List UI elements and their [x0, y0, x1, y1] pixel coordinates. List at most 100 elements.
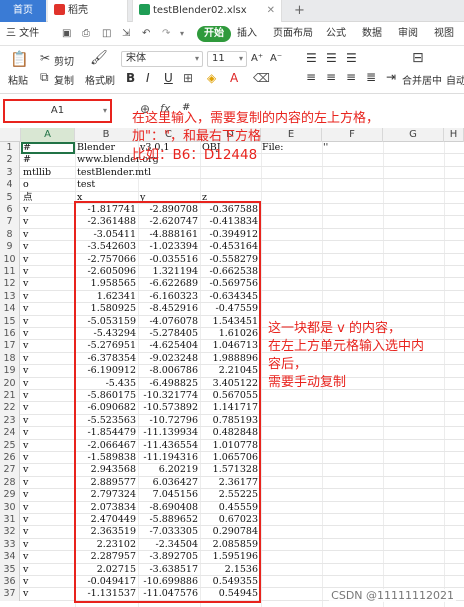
fill-color-icon[interactable]: ◈	[207, 71, 216, 85]
tab-home[interactable]: 首页	[0, 0, 46, 22]
cell-a[interactable]: mtllib	[23, 167, 73, 179]
row-header[interactable]: 14	[0, 303, 20, 316]
row-header[interactable]: 13	[0, 290, 20, 304]
cell-a[interactable]: v	[23, 539, 73, 551]
selected-cell-a1[interactable]	[21, 142, 75, 154]
row-header[interactable]: 16	[0, 328, 20, 341]
cell-a[interactable]: v	[23, 477, 73, 489]
row-header[interactable]: 28	[0, 476, 20, 490]
row-header[interactable]: 9	[0, 241, 20, 254]
cell-b[interactable]: testBlender.mtl	[77, 167, 151, 179]
undo-icon[interactable]: ↶	[142, 22, 150, 46]
row-header[interactable]: 12	[0, 278, 20, 291]
cell-a[interactable]: v	[23, 440, 73, 452]
bold-icon[interactable]: B	[126, 71, 135, 85]
row-header[interactable]: 34	[0, 551, 20, 564]
menu-file[interactable]: 三 文件	[6, 22, 39, 46]
cell-b[interactable]: Blender	[77, 142, 115, 154]
cell-a[interactable]: v	[23, 229, 73, 241]
cell-a[interactable]: v	[23, 390, 73, 402]
cell-a[interactable]: v	[23, 353, 73, 365]
cell-f[interactable]: ''	[323, 142, 328, 154]
column-header-a[interactable]: A	[21, 128, 75, 142]
cell-a[interactable]: 点	[23, 192, 73, 204]
auto-wrap-button[interactable]: 自动	[446, 72, 464, 87]
row-header[interactable]: 4	[0, 179, 20, 192]
row-header[interactable]: 30	[0, 501, 20, 514]
font-size-select[interactable]: 11 ▾	[207, 51, 247, 67]
row-header[interactable]: 35	[0, 563, 20, 576]
row-header[interactable]: 32	[0, 526, 20, 539]
row-header[interactable]: 29	[0, 489, 20, 502]
merge-center-icon[interactable]: ⊟	[412, 50, 424, 66]
row-header[interactable]: 26	[0, 452, 20, 465]
cell-a[interactable]: v	[23, 378, 73, 390]
column-header-b[interactable]: B	[75, 128, 138, 142]
cell-a[interactable]: v	[23, 415, 73, 427]
row-header[interactable]: 3	[0, 166, 20, 180]
cell-a[interactable]: v	[23, 241, 73, 253]
cell-a[interactable]: v	[23, 551, 73, 563]
italic-icon[interactable]: I	[146, 71, 150, 85]
increase-font-icon[interactable]: A⁺	[251, 53, 263, 64]
cell-a[interactable]: v	[23, 588, 73, 600]
font-color-icon[interactable]: A	[230, 71, 238, 85]
row-header[interactable]: 19	[0, 365, 20, 378]
cell-a[interactable]: v	[23, 266, 73, 278]
save-icon[interactable]: ▣	[62, 22, 71, 46]
cell-a[interactable]: v	[23, 316, 73, 328]
name-box[interactable]: A1 ▾	[3, 99, 112, 123]
row-header[interactable]: 21	[0, 390, 20, 403]
cell-a[interactable]: v	[23, 303, 73, 315]
cell-a[interactable]: v	[23, 340, 73, 352]
cell-a[interactable]: v	[23, 254, 73, 266]
paste-icon[interactable]: 📋	[10, 50, 29, 68]
close-icon[interactable]: ✕	[267, 0, 275, 22]
quick-access-chevron-icon[interactable]: ▾	[180, 22, 184, 46]
cut-icon[interactable]: ✂	[40, 51, 50, 65]
row-header[interactable]: 5	[0, 191, 20, 204]
cell-a[interactable]: v	[23, 514, 73, 526]
menu-view[interactable]: 视图	[434, 22, 454, 46]
align-bottom-icon[interactable]: ☰	[346, 51, 357, 65]
menu-data[interactable]: 数据	[362, 22, 382, 46]
cell-a[interactable]: v	[23, 291, 73, 303]
format-painter-button[interactable]: 格式刷	[85, 72, 115, 87]
row-header[interactable]: 10	[0, 253, 20, 266]
menu-formulas[interactable]: 公式	[326, 22, 346, 46]
menu-review[interactable]: 审阅	[398, 22, 418, 46]
row-header[interactable]: 22	[0, 402, 20, 415]
indent-icon[interactable]: ⇥	[386, 70, 396, 84]
cell-a[interactable]: o	[23, 179, 73, 191]
row-header[interactable]: 8	[0, 228, 20, 242]
redo-icon[interactable]: ↷	[162, 22, 170, 46]
row-header[interactable]: 37	[0, 588, 20, 601]
cell-b[interactable]: test	[77, 179, 95, 191]
row-header[interactable]: 36	[0, 576, 20, 589]
column-header-g[interactable]: G	[383, 128, 444, 142]
cell-a[interactable]: v	[23, 216, 73, 228]
cell-a[interactable]: v	[23, 328, 73, 340]
select-all-corner[interactable]	[0, 128, 21, 142]
menu-page-layout[interactable]: 页面布局	[273, 22, 313, 46]
cell-a[interactable]: v	[23, 564, 73, 576]
cell-a[interactable]: v	[23, 502, 73, 514]
justify-icon[interactable]: ≣	[366, 70, 376, 84]
cell-a[interactable]: v	[23, 365, 73, 377]
row-header[interactable]: 27	[0, 464, 20, 477]
cut-button[interactable]: 剪切	[54, 53, 74, 68]
cell-a[interactable]: v	[23, 576, 73, 588]
tab-file[interactable]: testBlender02.xlsx ✕	[132, 0, 282, 22]
row-header[interactable]: 33	[0, 538, 20, 552]
cell-a[interactable]: v	[23, 427, 73, 439]
row-header[interactable]: 2	[0, 154, 20, 167]
row-header[interactable]: 1	[0, 142, 20, 155]
clear-format-icon[interactable]: ⌫	[253, 71, 270, 85]
export-icon[interactable]: ⇲	[122, 22, 130, 46]
align-center-icon[interactable]: ≡	[326, 70, 336, 84]
align-left-icon[interactable]: ≡	[306, 70, 316, 84]
print-icon[interactable]: ⎙	[82, 22, 90, 46]
cell-a[interactable]: v	[23, 204, 73, 216]
copy-icon[interactable]: ⧉	[40, 70, 49, 85]
copy-button[interactable]: 复制	[54, 72, 74, 87]
